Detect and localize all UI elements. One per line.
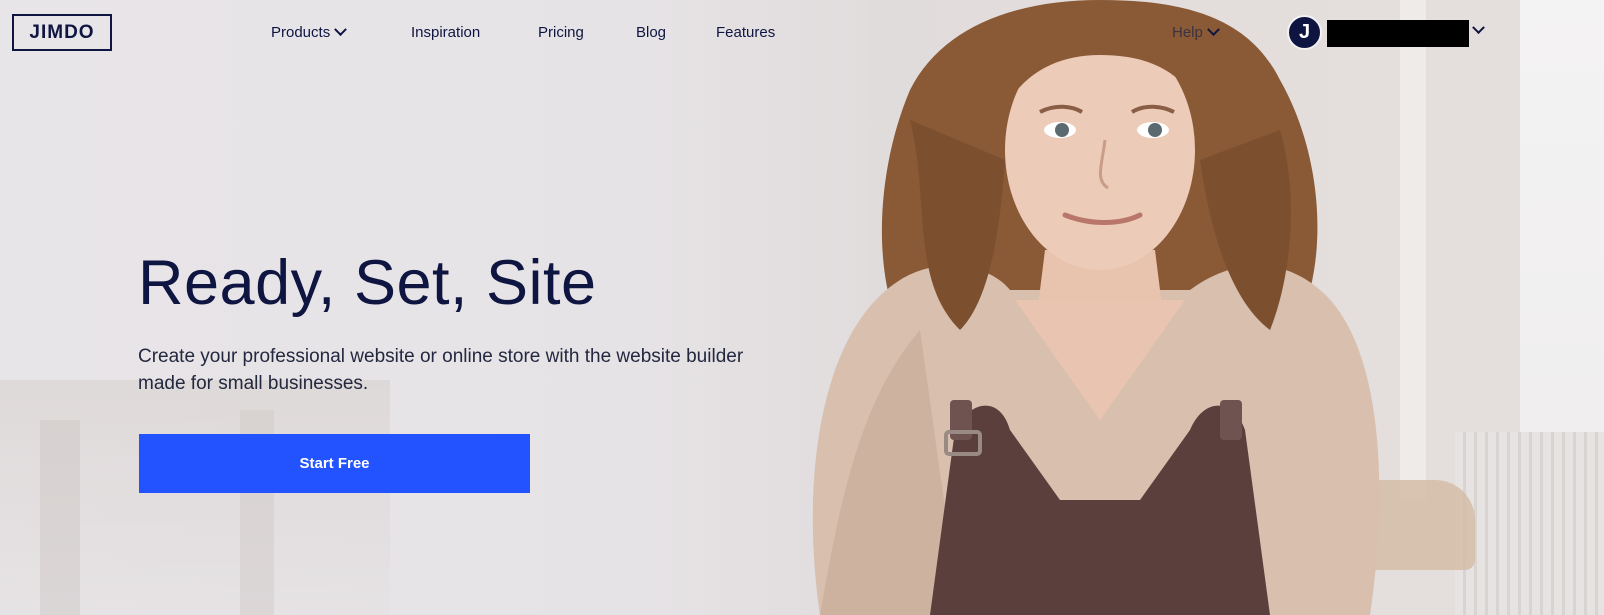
chevron-down-icon bbox=[1206, 23, 1220, 37]
hero-subtext: Create your professional website or onli… bbox=[138, 346, 744, 394]
nav-inspiration[interactable]: Inspiration bbox=[411, 24, 480, 41]
background-table-leg bbox=[40, 420, 80, 615]
chevron-down-icon bbox=[334, 23, 348, 37]
background-pipe bbox=[1400, 0, 1426, 500]
help-menu[interactable]: Help bbox=[1172, 23, 1220, 41]
hero-person-image bbox=[812, 0, 1380, 615]
help-label: Help bbox=[1172, 24, 1203, 41]
nav-products-label: Products bbox=[271, 24, 331, 41]
nav-pricing[interactable]: Pricing bbox=[538, 24, 584, 41]
account-avatar[interactable]: J bbox=[1287, 15, 1322, 50]
jimdo-logo[interactable]: JIMDO bbox=[12, 14, 112, 51]
start-free-button[interactable]: Start Free bbox=[139, 434, 530, 493]
nav-features[interactable]: Features bbox=[716, 24, 775, 41]
nav-blog[interactable]: Blog bbox=[636, 24, 666, 41]
background-radiator bbox=[1455, 432, 1604, 615]
account-name-redacted[interactable] bbox=[1327, 20, 1469, 47]
nav-products[interactable]: Products bbox=[271, 23, 348, 41]
hero-headline: Ready, Set, Site bbox=[138, 248, 597, 318]
